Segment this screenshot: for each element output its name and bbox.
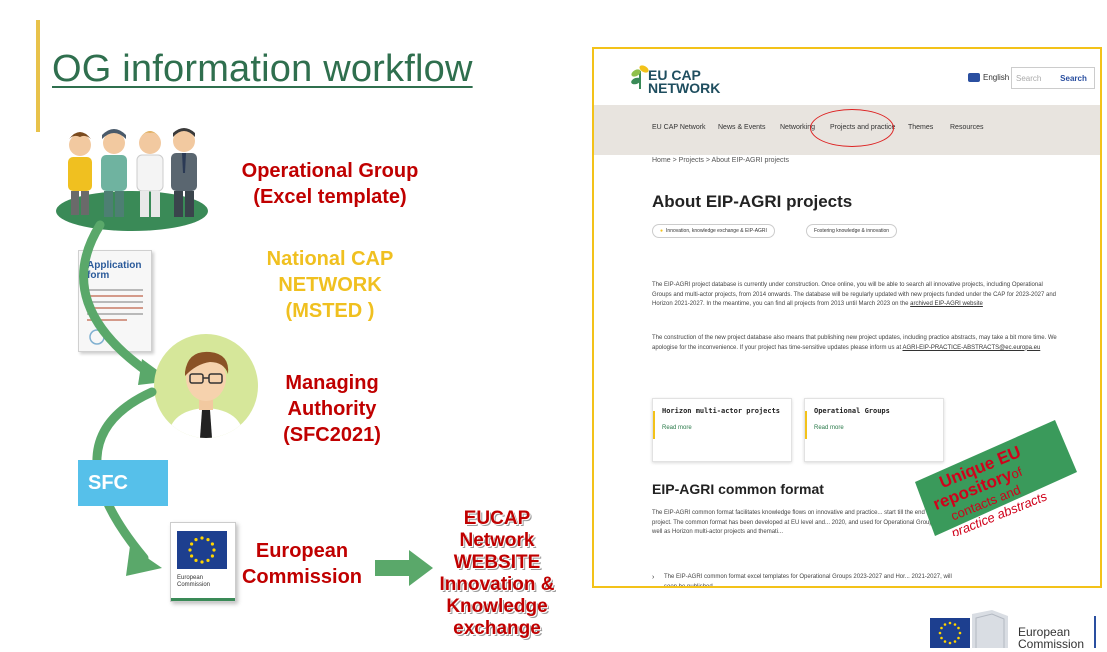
language-flag-icon <box>968 73 980 82</box>
national-cap-line3: (MSTED ) <box>285 300 375 322</box>
card-operational-groups-title: Operational Groups <box>814 407 890 415</box>
website-logo-text: EU CAP NETWORK <box>648 68 721 96</box>
managing-authority-line1: Managing <box>285 372 379 394</box>
right-arrow-icon <box>375 550 433 586</box>
website-line2: Network <box>459 530 535 551</box>
tag-pill-fostering[interactable]: Fostering knowledge & innovation <box>806 224 898 238</box>
nav-item-themes[interactable]: Themes <box>908 124 933 131</box>
website-line3: WEBSITE <box>453 552 541 573</box>
managing-authority-line2: Authority <box>287 398 377 420</box>
section-title-common-format: EIP-AGRI common format <box>652 481 824 497</box>
card-horizon-title: Horizon multi-actor projects <box>662 407 781 415</box>
footer-ec-divider <box>1094 616 1096 648</box>
page-title: About EIP-AGRI projects <box>652 192 853 211</box>
website-logo-line2: NETWORK <box>648 80 721 96</box>
nav-item-news-events[interactable]: News & Events <box>718 124 765 131</box>
unique-eu-repository-banner: Unique EU repositoryof contacts and prac… <box>915 420 1077 536</box>
operational-group-line2: (Excel template) <box>253 186 407 208</box>
pill-dot-icon: ● <box>660 228 664 234</box>
national-cap-network-label: National CAP NETWORK (MSTED ) <box>250 246 410 324</box>
intro-paragraph-text: The EIP-AGRI project database is current… <box>652 282 1057 307</box>
sfc-badge: SFC <box>78 460 168 506</box>
bullet-arrow-icon: › <box>652 574 655 581</box>
emblem-caption-line2: Commission <box>177 582 211 588</box>
nav-item-eu-cap-network[interactable]: EU CAP Network <box>652 124 706 131</box>
website-line1: EUCAP <box>463 508 531 529</box>
european-commission-line1: European <box>255 540 349 562</box>
tag-pill-fostering-label: Fostering knowledge & innovation <box>814 228 890 234</box>
footer-ec-logo-icon <box>930 610 1008 648</box>
managing-authority-label: Managing Authority (SFC2021) <box>262 370 402 448</box>
slide-title: OG information workflow <box>52 48 473 90</box>
common-format-bullet: The EIP-AGRI common format excel templat… <box>664 574 952 588</box>
footer-ec-line2: Commission <box>1018 637 1085 651</box>
tag-pill-innovation[interactable]: ● Innovation, knowledge exchange & EIP-A… <box>652 224 775 238</box>
highlight-circle <box>810 109 894 147</box>
language-label: English <box>983 73 1010 82</box>
operational-group-line1: Operational Group <box>241 160 419 182</box>
tag-pill-innovation-label: Innovation, knowledge exchange & EIP-AGR… <box>666 228 767 234</box>
breadcrumb[interactable]: Home > Projects > About EIP-AGRI project… <box>652 157 789 164</box>
eucap-website-label: EUCAP Network WEBSITE Innovation & Knowl… <box>432 508 562 640</box>
european-commission-line2: Commission <box>241 566 363 588</box>
european-commission-emblem: European Commission <box>170 522 236 602</box>
website-line5: Knowledge <box>446 596 548 617</box>
national-cap-line2: NETWORK <box>278 274 382 296</box>
operational-group-label: Operational Group (Excel template) <box>230 158 430 210</box>
card-horizon-read-more[interactable]: Read more <box>662 425 782 431</box>
managing-authority-avatar-icon <box>154 334 258 438</box>
intro-paragraph: The EIP-AGRI project database is current… <box>652 281 1060 310</box>
practice-abstracts-email-link[interactable]: AGRI-EIP-PRACTICE-ABSTRACTS@ec.europa.eu <box>902 345 1040 351</box>
footer-ec-text: European Commission <box>1018 626 1084 650</box>
emblem-caption-line1: European <box>177 575 204 581</box>
european-commission-label: European Commission <box>240 538 364 590</box>
eu-cap-network-logo-icon <box>631 65 649 89</box>
website-line6: exchange <box>453 618 541 639</box>
construction-paragraph: The construction of the new project data… <box>652 334 1060 353</box>
website-search-button[interactable]: Search <box>1052 67 1095 89</box>
managing-authority-line3: (SFC2021) <box>283 424 381 446</box>
nav-item-resources[interactable]: Resources <box>950 124 983 131</box>
archived-website-link[interactable]: archived EIP-AGRI website <box>910 301 983 307</box>
eu-flag-icon <box>177 531 227 569</box>
card-horizon-multi-actor[interactable]: Horizon multi-actor projects Read more <box>652 398 792 462</box>
website-line4: Innovation & <box>439 574 555 595</box>
language-selector[interactable]: English <box>968 73 1009 82</box>
accent-line <box>36 20 40 132</box>
emblem-caption: European Commission <box>177 575 210 589</box>
national-cap-line1: National CAP <box>266 248 394 270</box>
